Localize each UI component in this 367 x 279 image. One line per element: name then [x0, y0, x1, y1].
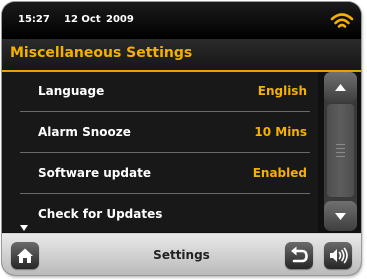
- status-bar: 15:27 12 Oct 2009: [2, 2, 361, 39]
- grip-line: [336, 152, 345, 153]
- more-below-icon: [20, 225, 28, 231]
- setting-row-alarm-snooze[interactable]: Alarm Snooze 10 Mins: [2, 113, 318, 153]
- scroll-thumb[interactable]: [327, 104, 354, 197]
- wifi-signal-icon: [330, 13, 354, 28]
- grip-line: [336, 156, 345, 157]
- row-divider: [20, 193, 310, 194]
- volume-button[interactable]: [324, 242, 352, 269]
- row-divider: [20, 111, 310, 112]
- speaker-volume-icon: [330, 247, 348, 264]
- grip-line: [336, 144, 345, 145]
- scroll-down-button[interactable]: [324, 201, 357, 231]
- grip-line: [336, 148, 345, 149]
- back-button[interactable]: [285, 242, 313, 269]
- setting-value: 10 Mins: [254, 125, 307, 139]
- scroll-up-button[interactable]: [324, 72, 357, 102]
- triangle-down-icon: [335, 213, 346, 220]
- setting-row-language[interactable]: Language English: [2, 72, 318, 112]
- status-year: 2009: [106, 14, 134, 25]
- status-date: 12 Oct: [64, 14, 101, 25]
- setting-value: English: [257, 84, 307, 98]
- setting-label: Software update: [38, 166, 151, 180]
- bottom-bar: Settings: [2, 233, 361, 275]
- title-bar: Miscellaneous Settings: [2, 39, 361, 72]
- row-divider: [20, 152, 310, 153]
- device-screen: 15:27 12 Oct 2009 Miscellaneous Settings…: [2, 2, 361, 275]
- settings-list: Language English Alarm Snooze 10 Mins So…: [2, 72, 318, 232]
- status-time: 15:27: [18, 14, 50, 25]
- triangle-up-icon: [335, 84, 346, 91]
- scrollbar[interactable]: [324, 72, 357, 231]
- setting-label: Check for Updates: [38, 207, 163, 221]
- back-arrow-icon: [291, 246, 308, 263]
- setting-row-software-update[interactable]: Software update Enabled: [2, 154, 318, 194]
- setting-label: Alarm Snooze: [38, 125, 131, 139]
- setting-row-check-for-updates[interactable]: Check for Updates: [2, 195, 318, 235]
- setting-value: Enabled: [252, 166, 307, 180]
- setting-label: Language: [38, 84, 105, 98]
- page-title: Miscellaneous Settings: [10, 45, 193, 61]
